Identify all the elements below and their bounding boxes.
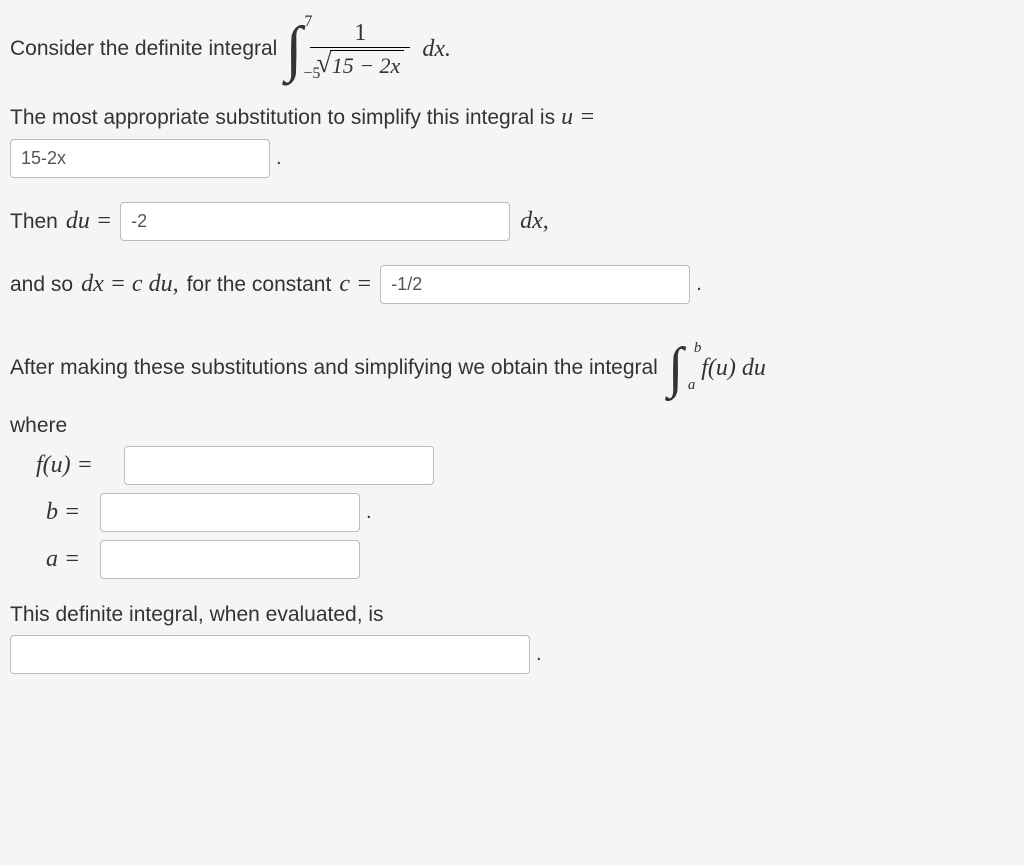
row-where: where <box>10 414 1014 438</box>
dx-text: dx. <box>422 36 451 63</box>
period-4: . <box>536 643 542 666</box>
period-3: . <box>366 501 372 524</box>
text-for-constant: for the constant <box>187 273 332 297</box>
integral-lower-limit: −5 <box>303 66 320 82</box>
fraction: 1 √ 15 − 2x <box>310 20 410 79</box>
input-c[interactable] <box>380 265 690 304</box>
radicand: 15 − 2x <box>330 50 405 79</box>
input-fu[interactable] <box>124 446 434 485</box>
text-and-so: and so <box>10 273 73 297</box>
numerator: 1 <box>348 20 372 47</box>
text-after-subs: After making these substitutions and sim… <box>10 356 658 380</box>
integral2-body: f(u) du <box>701 355 766 382</box>
integral-sign-icon-2: ∫ <box>668 340 683 396</box>
prompt-line-1: Consider the definite integral ∫ 7 −5 1 … <box>10 18 1014 80</box>
sqrt: √ 15 − 2x <box>316 50 404 79</box>
period-2: . <box>696 273 702 296</box>
radicand-text: 15 − 2x <box>332 53 401 78</box>
input-result[interactable] <box>10 635 530 674</box>
text-then: Then <box>10 210 58 234</box>
input-b[interactable] <box>100 493 360 532</box>
period: . <box>276 147 282 170</box>
prompt-line-substitution: The most appropriate substitution to sim… <box>10 104 1014 131</box>
row-after-subs: After making these substitutions and sim… <box>10 340 1014 396</box>
row-result: . <box>10 635 1014 674</box>
input-a[interactable] <box>100 540 360 579</box>
text-consider: Consider the definite integral <box>10 37 277 61</box>
row-final-text: This definite integral, when evaluated, … <box>10 603 1014 627</box>
row-c: and so dx = c du, for the constant c = . <box>10 265 1014 304</box>
row-du: Then du = dx, <box>10 202 1014 241</box>
denominator: √ 15 − 2x <box>310 47 410 79</box>
a-equals: a = <box>46 546 100 573</box>
u-equals: u = <box>561 104 595 131</box>
integral2-upper: b <box>694 340 702 357</box>
dx-comma: dx, <box>520 208 549 235</box>
b-equals: b = <box>46 499 100 526</box>
input-u[interactable] <box>10 139 270 178</box>
row-a: a = <box>46 540 1014 579</box>
text-where: where <box>10 414 67 438</box>
c-equals: c = <box>339 271 372 298</box>
integral2-lower: a <box>688 377 696 394</box>
integral-fu: ∫ b a f(u) du <box>668 340 766 396</box>
row-b: b = . <box>46 493 1014 532</box>
integral-sign-icon: ∫ 7 −5 <box>285 18 302 80</box>
fu-equals: f(u) = <box>36 452 124 479</box>
text-substitution: The most appropriate substitution to sim… <box>10 106 555 130</box>
du-equals: du = <box>66 208 112 235</box>
integral-upper-limit: 7 <box>304 14 312 30</box>
integral-expression: ∫ 7 −5 1 √ 15 − 2x dx. <box>285 18 451 80</box>
row-u-input: . <box>10 139 1014 178</box>
row-fu: f(u) = <box>36 446 1014 485</box>
text-final: This definite integral, when evaluated, … <box>10 603 384 627</box>
dx-eq-cdu: dx = c du, <box>81 271 179 298</box>
input-du[interactable] <box>120 202 510 241</box>
